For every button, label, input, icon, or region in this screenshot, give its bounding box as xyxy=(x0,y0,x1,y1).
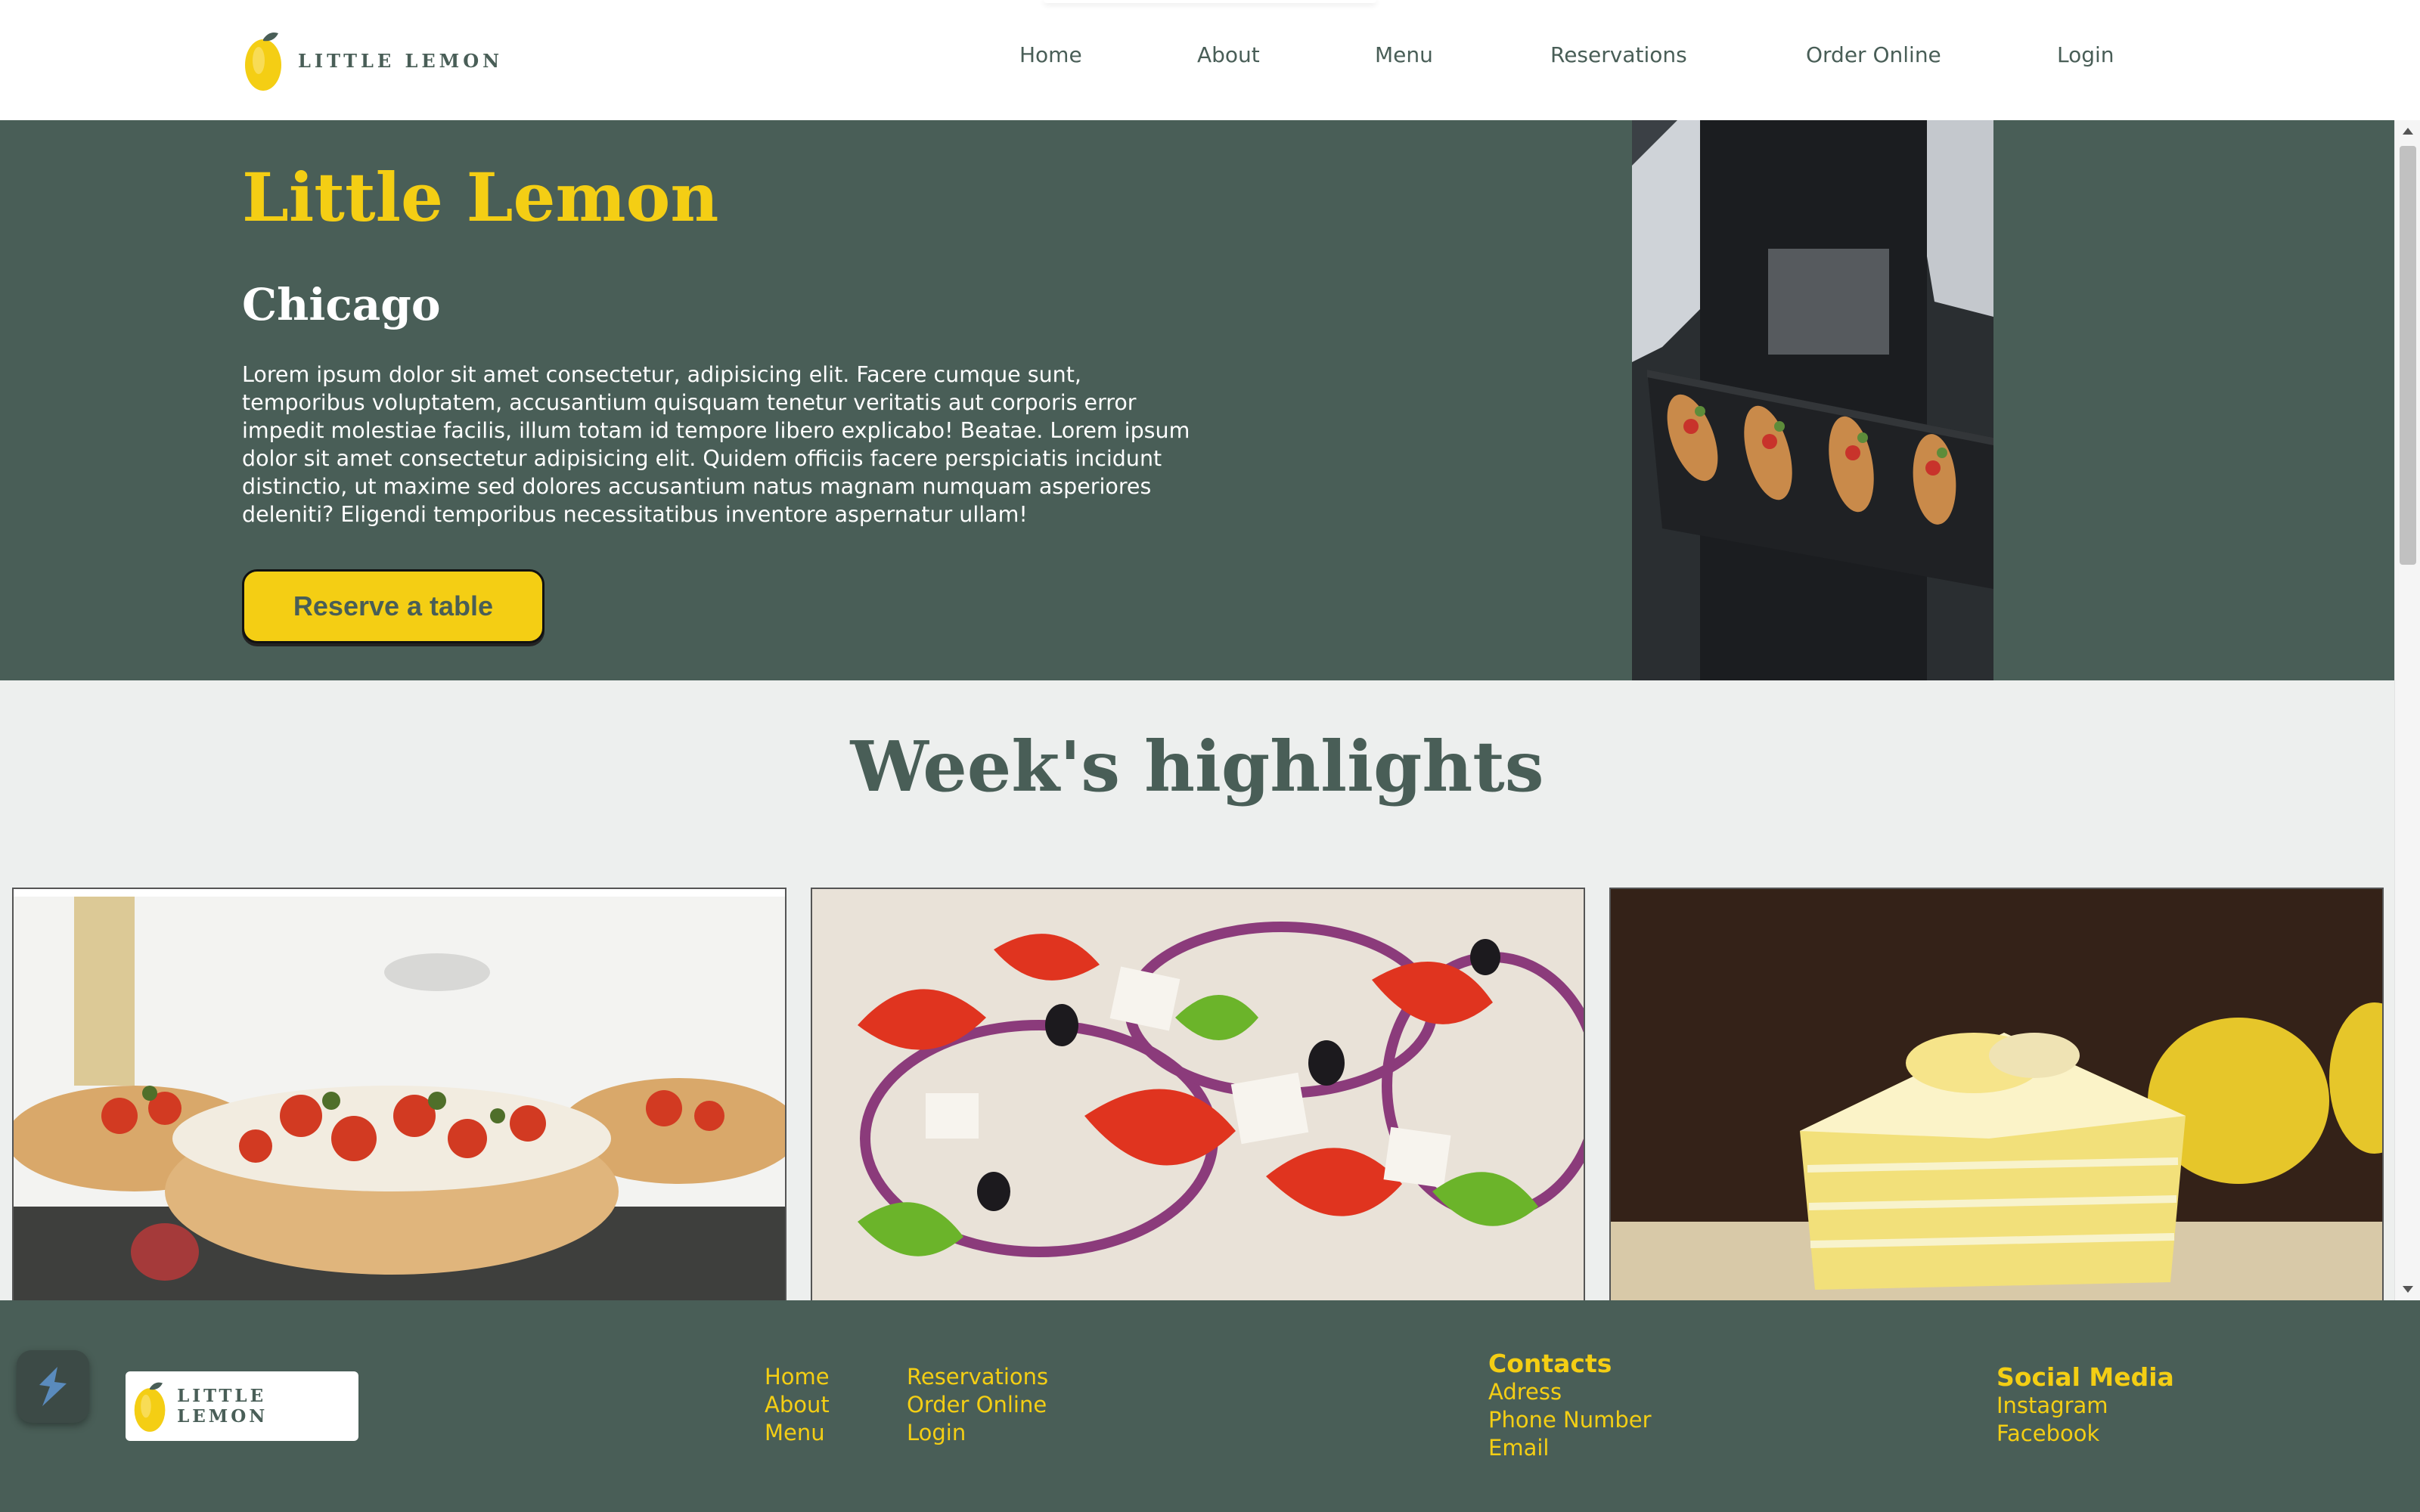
hero-title: Little Lemon xyxy=(242,158,719,237)
highlight-card-lemon-dessert[interactable] xyxy=(1609,888,2384,1300)
nav-login[interactable]: Login xyxy=(2057,42,2114,67)
scroll-up-icon[interactable] xyxy=(2403,128,2413,135)
hero-description: Lorem ipsum dolor sit amet consectetur, … xyxy=(242,362,1190,527)
extension-icon[interactable] xyxy=(17,1350,89,1423)
site-footer: LITTLE LEMON Home About Menu Reservation… xyxy=(0,1300,2420,1512)
page-scrollbar[interactable] xyxy=(2394,120,2420,1300)
footer-link-reservations[interactable]: Reservations xyxy=(907,1364,1048,1390)
footer-contact-address[interactable]: Adress xyxy=(1488,1379,1562,1405)
hero-section: Little Lemon Chicago Lorem ipsum dolor s… xyxy=(0,120,2394,680)
nav-about[interactable]: About xyxy=(1197,42,1260,67)
browser-tab-shadow xyxy=(1044,0,1376,3)
footer-link-about[interactable]: About xyxy=(765,1392,830,1418)
footer-logo-text: LITTLE LEMON xyxy=(177,1386,268,1427)
highlights-section: Week's highlights xyxy=(0,680,2394,1300)
hero-subtitle: Chicago xyxy=(242,279,441,330)
footer-link-menu[interactable]: Menu xyxy=(765,1420,825,1445)
footer-logo[interactable]: LITTLE LEMON xyxy=(126,1371,358,1441)
footer-link-home[interactable]: Home xyxy=(765,1364,830,1390)
lemon-dessert-image xyxy=(1611,889,2382,1300)
nav-menu[interactable]: Menu xyxy=(1375,42,1433,67)
highlights-title: Week's highlights xyxy=(850,726,1544,807)
footer-link-order-online[interactable]: Order Online xyxy=(907,1392,1047,1418)
footer-contact-phone[interactable]: Phone Number xyxy=(1488,1407,1652,1433)
site-header: LITTLE LEMON Home About Menu Reservation… xyxy=(0,0,2420,120)
footer-contacts-heading: Contacts xyxy=(1488,1349,1612,1378)
reserve-table-button[interactable]: Reserve a table xyxy=(242,569,544,643)
nav-reservations[interactable]: Reservations xyxy=(1550,42,1687,67)
scrollbar-thumb[interactable] xyxy=(2400,146,2416,565)
footer-social-instagram[interactable]: Instagram xyxy=(1996,1393,2108,1418)
hero-image-waiter xyxy=(1632,120,1993,680)
bruschetta-image xyxy=(14,889,785,1300)
highlight-card-bruschetta[interactable] xyxy=(12,888,786,1300)
footer-social-facebook[interactable]: Facebook xyxy=(1996,1421,2099,1446)
nav-order-online[interactable]: Order Online xyxy=(1806,42,1941,67)
scroll-down-icon[interactable] xyxy=(2403,1286,2413,1293)
highlight-card-greek-salad[interactable] xyxy=(811,888,1585,1300)
greek-salad-image xyxy=(812,889,1584,1300)
footer-contact-email[interactable]: Email xyxy=(1488,1435,1549,1461)
nav-home[interactable]: Home xyxy=(1019,42,1082,67)
footer-link-login[interactable]: Login xyxy=(907,1420,966,1445)
lemon-icon xyxy=(134,1382,166,1432)
main-nav: Home About Menu Reservations Order Onlin… xyxy=(0,42,2420,80)
footer-social-heading: Social Media xyxy=(1996,1362,2174,1392)
